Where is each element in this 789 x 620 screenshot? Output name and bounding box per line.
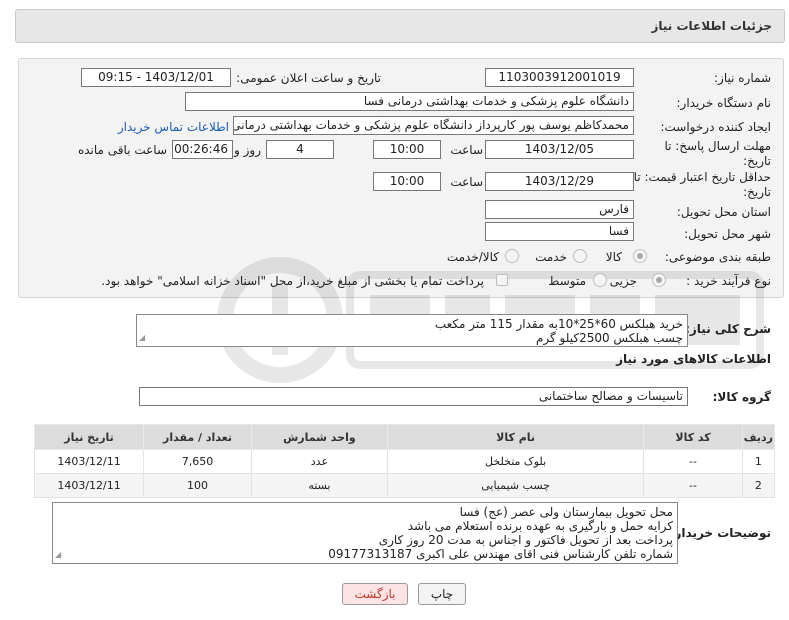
deadline-time-label: ساعت xyxy=(450,143,483,157)
table-header-row: ردیف کد کالا نام کالا واحد شمارش تعداد /… xyxy=(33,424,776,450)
days-label: روز و xyxy=(234,143,261,157)
summary-line-2: چسب هبلکس 2500کیلو گرم xyxy=(535,331,683,345)
buyer-note-line-1: محل تحویل بیمارستان ولی عصر (عج) فسا xyxy=(459,505,673,519)
buyer-notes-label: توضیحات خریدار: xyxy=(669,526,771,540)
cell-quantity: 7,650 xyxy=(143,449,253,474)
back-button[interactable]: بازگشت xyxy=(342,583,408,605)
page-title: جزئیات اطلاعات نیاز xyxy=(651,19,772,33)
buyer-notes-textarea[interactable]: محل تحویل بیمارستان ولی عصر (عج) فسا کرا… xyxy=(52,502,678,564)
contact-info-link[interactable]: اطلاعات تماس خریدار xyxy=(118,120,229,134)
table-row: 1 -- بلوک متخلخل عدد 7,650 1403/12/11 xyxy=(33,449,776,474)
category-radio-service[interactable] xyxy=(573,249,587,263)
process-option-medium: متوسط xyxy=(548,274,586,288)
category-option-service: خدمت xyxy=(535,250,567,264)
time-remaining-field: 00:26:46 xyxy=(172,140,233,159)
buyer-note-line-3: پرداخت بعد از تحویل فاکتور و اجناس به مد… xyxy=(378,533,673,547)
category-radio-both[interactable] xyxy=(505,249,519,263)
cell-name: چسب شیمیایی xyxy=(386,473,645,498)
cell-date: 1403/12/11 xyxy=(33,473,145,498)
need-number-label: شماره نیاز: xyxy=(714,71,771,85)
col-header-quantity: تعداد / مقدار xyxy=(143,424,253,450)
col-header-date: تاریخ نیاز xyxy=(33,424,145,450)
goods-section-title: اطلاعات کالاهای مورد نیاز xyxy=(616,352,771,366)
cell-row-number: 2 xyxy=(741,473,776,498)
cell-unit: بسته xyxy=(251,473,388,498)
creator-label: ایجاد کننده درخواست: xyxy=(660,120,771,134)
summary-line-1: خرید هبلکس 60*25*10به مقدار 115 متر مکعب xyxy=(434,317,683,331)
validity-time-label: ساعت xyxy=(450,175,483,189)
cell-code: -- xyxy=(643,473,743,498)
creator-field: محمدکاظم یوسف پور کارپرداز دانشگاه علوم … xyxy=(233,116,634,135)
resize-grip-icon[interactable]: ◢ xyxy=(139,331,145,345)
deadline-time-field: 10:00 xyxy=(373,140,441,159)
process-option-minor: جزیی xyxy=(609,274,637,288)
process-radio-medium[interactable] xyxy=(593,273,607,287)
city-field: فسا xyxy=(485,222,634,241)
cell-unit: عدد xyxy=(251,449,388,474)
col-header-row-number: ردیف xyxy=(741,424,776,450)
summary-textarea[interactable]: خرید هبلکس 60*25*10به مقدار 115 متر مکعب… xyxy=(136,314,688,347)
col-header-name: نام کالا xyxy=(386,424,645,450)
province-label: استان محل تحویل: xyxy=(676,205,771,219)
goods-table: ردیف کد کالا نام کالا واحد شمارش تعداد /… xyxy=(33,424,776,498)
process-radio-minor[interactable] xyxy=(652,273,666,287)
category-option-goods: کالا xyxy=(605,250,622,264)
cell-name: بلوک متخلخل xyxy=(386,449,645,474)
province-field: فارس xyxy=(485,200,634,219)
announce-label: تاریخ و ساعت اعلان عمومی: xyxy=(236,71,381,85)
page-header: جزئیات اطلاعات نیاز xyxy=(15,9,785,43)
print-button[interactable]: چاپ xyxy=(418,583,466,605)
validity-date-label: تاریخ: xyxy=(743,185,771,199)
validity-label: حداقل تاریخ اعتبار قیمت: تا xyxy=(633,170,771,184)
col-header-unit: واحد شمارش xyxy=(251,424,388,450)
category-label: طبقه بندی موضوعی: xyxy=(664,250,771,264)
validity-date-field: 1403/12/29 xyxy=(485,172,634,191)
deadline-date-label: تاریخ: xyxy=(743,154,771,168)
cell-quantity: 100 xyxy=(143,473,253,498)
category-radio-goods[interactable] xyxy=(633,249,647,263)
days-remaining-field: 4 xyxy=(266,140,334,159)
buyer-field: دانشگاه علوم پزشکی و خدمات بهداشتی درمان… xyxy=(185,92,634,111)
cell-row-number: 1 xyxy=(741,449,776,474)
summary-label: شرح کلی نیاز: xyxy=(685,322,771,336)
process-label: نوع فرآیند خرید : xyxy=(686,274,771,288)
treasury-payment-note: پرداخت تمام یا بخشی از مبلغ خرید،از محل … xyxy=(101,274,484,288)
announce-field: 1403/12/01 - 09:15 xyxy=(81,68,231,87)
buyer-note-line-2: کرایه حمل و بارگیری به عهده برنده استعلا… xyxy=(407,519,673,533)
category-option-both: کالا/خدمت xyxy=(446,250,499,264)
cell-code: -- xyxy=(643,449,743,474)
time-remaining-label: ساعت باقی مانده xyxy=(77,143,167,157)
city-label: شهر محل تحویل: xyxy=(684,227,771,241)
goods-group-field: تاسیسات و مصالح ساختمانی xyxy=(139,387,688,406)
cell-date: 1403/12/11 xyxy=(33,449,145,474)
buyer-label: نام دستگاه خریدار: xyxy=(676,96,772,110)
resize-grip-icon[interactable]: ◢ xyxy=(55,548,61,562)
need-number-field: 1103003912001019 xyxy=(485,68,634,87)
buyer-note-line-4: شماره تلفن کارشناس فنی اقای مهندس علی اک… xyxy=(328,547,673,561)
col-header-code: کد کالا xyxy=(643,424,743,450)
goods-group-label: گروه کالا: xyxy=(712,390,771,404)
table-row: 2 -- چسب شیمیایی بسته 100 1403/12/11 xyxy=(33,473,776,498)
validity-time-field: 10:00 xyxy=(373,172,441,191)
treasury-payment-checkbox[interactable] xyxy=(496,274,508,286)
deadline-date-field: 1403/12/05 xyxy=(485,140,634,159)
deadline-label: مهلت ارسال پاسخ: تا xyxy=(664,139,771,153)
